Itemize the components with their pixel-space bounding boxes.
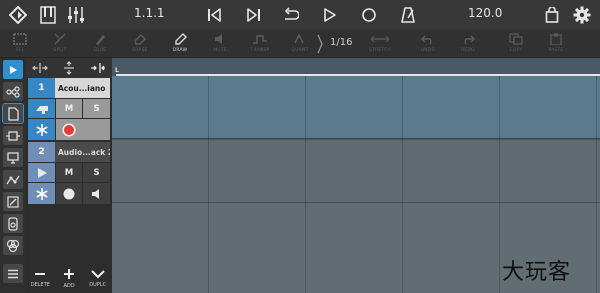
grid-line [596, 76, 597, 293]
minus-icon [35, 272, 46, 275]
grid-line [305, 76, 306, 293]
track-1-lane[interactable] [112, 76, 600, 138]
record-icon[interactable] [357, 3, 381, 27]
skip-back-icon[interactable] [202, 3, 226, 27]
mute-button[interactable]: M [56, 99, 82, 118]
monitor-button[interactable] [83, 183, 110, 204]
mixer-icon[interactable] [64, 3, 88, 27]
plus-icon [64, 268, 74, 279]
tool-redo[interactable]: REDO [448, 31, 488, 57]
redo-icon [461, 31, 475, 47]
loop-icon[interactable] [278, 3, 302, 27]
solo-button[interactable]: S [83, 99, 110, 118]
piano-keys-icon[interactable] [36, 3, 60, 27]
routing-icon[interactable] [3, 82, 23, 101]
track-list: 1 Acou...iano M S 2 Audio...ack 2 M S DE… [26, 58, 112, 293]
chevron-down-icon [90, 269, 105, 278]
plugin-icon[interactable] [3, 126, 23, 145]
tool-paste[interactable]: PASTE [536, 31, 576, 57]
track-name[interactable]: Audio...ack 2 [55, 142, 110, 162]
tempo-display[interactable]: 120.0 [468, 6, 502, 20]
tool-stretch[interactable]: STRETCH [360, 31, 400, 57]
tool-glue[interactable]: GLUE [80, 31, 120, 57]
skip-forward-icon[interactable] [242, 3, 266, 27]
record-arm-icon [62, 123, 76, 136]
tool-split[interactable]: SPLIT [40, 31, 80, 57]
track-actions: DELETE ADD DUPLC [26, 263, 112, 293]
split-icon [53, 31, 67, 47]
effects-asterisk-icon[interactable] [28, 183, 55, 204]
settings-icon[interactable] [570, 3, 594, 27]
stretch-icon [369, 31, 391, 47]
timeline-ruler[interactable]: L [112, 58, 600, 76]
tool-transp[interactable]: TRANSP [240, 31, 280, 57]
duplicate-track-button[interactable]: DUPLC [83, 263, 112, 293]
menu-icon[interactable] [3, 264, 23, 283]
left-sidebar [0, 58, 26, 293]
track-height-icon[interactable] [55, 58, 84, 78]
track-2-lane[interactable] [112, 140, 600, 202]
track-number: 1 [28, 78, 55, 98]
record-arm-icon [63, 188, 75, 199]
paste-icon [549, 31, 563, 47]
tool-copy[interactable]: COPY [496, 31, 536, 57]
tool-undo[interactable]: UNDO [408, 31, 448, 57]
add-track-button[interactable]: ADD [55, 263, 84, 293]
tool-draw[interactable]: DRAW [160, 31, 200, 57]
audio-play-icon[interactable] [28, 163, 55, 182]
bag-icon[interactable] [540, 3, 564, 27]
eraser-icon [133, 31, 147, 47]
delete-track-button[interactable]: DELETE [26, 263, 55, 293]
track-header-toolbar [26, 58, 112, 78]
track-2[interactable]: 2 Audio...ack 2 M S [28, 142, 110, 204]
screen-icon[interactable] [3, 148, 23, 167]
top-bar: 1.1.1 120.0 [0, 0, 600, 30]
undo-icon [421, 31, 435, 47]
pencil-icon [173, 31, 187, 47]
lane-divider [112, 138, 600, 139]
track-number: 2 [28, 142, 55, 162]
loop-marker[interactable]: L [115, 67, 119, 74]
record-arm-button[interactable] [56, 183, 82, 204]
lane-divider [112, 202, 600, 203]
instrument-icon[interactable] [3, 214, 23, 233]
track-1[interactable]: 1 Acou...iano M S [28, 78, 110, 140]
clip-icon[interactable] [2, 103, 24, 124]
edit-icon[interactable] [3, 192, 23, 211]
grid-line [499, 76, 500, 293]
track-width-icon[interactable] [26, 58, 55, 78]
record-arm-button[interactable] [56, 119, 110, 140]
copy-icon [509, 31, 523, 47]
track-expand-icon[interactable] [83, 58, 112, 78]
automation-icon[interactable] [3, 170, 23, 189]
select-icon [13, 31, 27, 47]
tool-erase[interactable]: ERASE [120, 31, 160, 57]
piano-instrument-icon[interactable] [28, 99, 55, 118]
play-icon[interactable] [318, 3, 342, 27]
bracket-divider-icon [317, 34, 323, 54]
metronome-icon[interactable] [396, 3, 420, 27]
song-position[interactable]: 1.1.1 [134, 6, 165, 20]
glue-icon [93, 31, 107, 47]
watermark-text: 大玩客 [502, 260, 572, 285]
effects-asterisk-icon[interactable] [28, 119, 55, 140]
effects-icon[interactable] [3, 236, 23, 255]
mute-icon [213, 31, 227, 47]
solo-button[interactable]: S [83, 163, 110, 182]
quantize-icon [293, 31, 307, 47]
edit-toolbar: SEL SPLIT GLUE ERASE DRAW MUTE TRANSP QU… [0, 30, 600, 58]
app-logo-icon[interactable] [6, 3, 30, 27]
transpose-icon [252, 31, 268, 47]
play-view-icon[interactable] [3, 60, 23, 79]
quantize-value[interactable]: 1/16 [330, 37, 352, 48]
tool-sel[interactable]: SEL [0, 31, 40, 57]
grid-line [402, 76, 403, 293]
grid-line [208, 76, 209, 293]
speaker-icon [91, 188, 99, 199]
tool-mute[interactable]: MUTE [200, 31, 240, 57]
tool-quant[interactable]: QUANT [280, 31, 320, 57]
track-name[interactable]: Acou...iano [55, 78, 110, 98]
mute-button[interactable]: M [56, 163, 82, 182]
